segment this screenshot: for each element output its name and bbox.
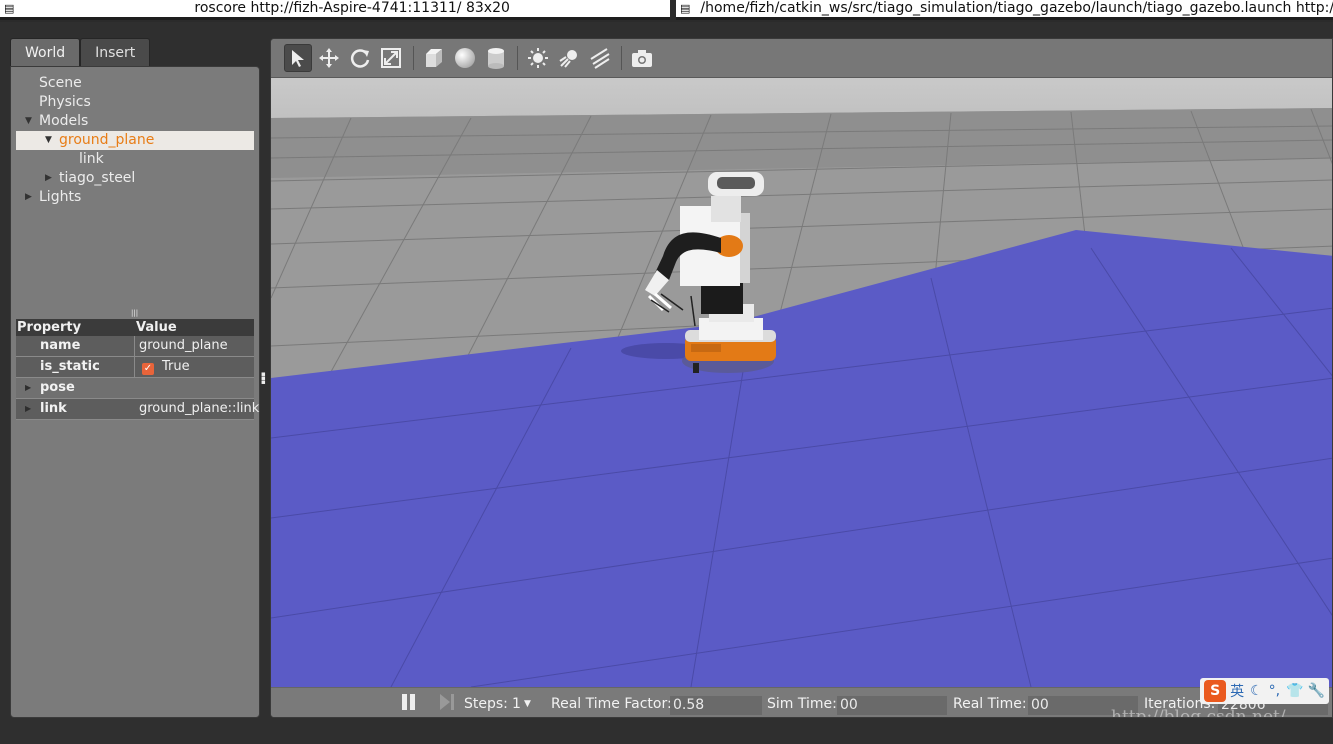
expand-right-icon[interactable]: ▶ — [25, 378, 31, 398]
rtf-label: Real Time Factor: — [551, 696, 672, 712]
terminal-title-text: roscore http://fizh-Aspire-4741:11311/ 8… — [194, 0, 510, 16]
terminal-icon: ▤ — [680, 2, 691, 15]
tree-item-link[interactable]: link — [16, 150, 254, 169]
sim-time-label: Sim Time: — [767, 696, 837, 712]
property-value[interactable]: ground_plane — [138, 336, 228, 356]
terminal-icon: ▤ — [4, 2, 15, 15]
property-key: link — [40, 401, 67, 416]
steps-spinner-icon[interactable]: ▼ — [524, 688, 531, 717]
box-icon[interactable] — [420, 44, 448, 72]
tab-world[interactable]: World — [10, 38, 81, 67]
sphere-icon[interactable] — [451, 44, 479, 72]
tree-item-label: link — [79, 151, 104, 167]
terminal-title-roscore[interactable]: ▤ roscore http://fizh-Aspire-4741:11311/ … — [0, 0, 670, 17]
panel-tabs: World Insert — [10, 38, 151, 67]
scene-window: Steps: 1 ▼ Real Time Factor: 0.58 Sim Ti… — [270, 38, 1333, 718]
column-divider — [134, 336, 135, 356]
tab-insert[interactable]: Insert — [80, 38, 151, 66]
tree-item-lights[interactable]: ▶ Lights — [16, 188, 254, 207]
scene-toolbar — [271, 39, 1332, 78]
terminal-titlebars: ▤ roscore http://fizh-Aspire-4741:11311/ … — [0, 0, 1333, 22]
column-divider — [134, 357, 135, 377]
terminal-divider — [676, 17, 1333, 20]
expand-right-icon[interactable]: ▶ — [25, 188, 32, 207]
shirt-icon[interactable]: 👕 — [1286, 683, 1303, 699]
world-tree-panel: Scene Physics ▼ Models ▼ ground_plane link… — [10, 66, 260, 718]
sim-time-value: 00 00:00:22.806 — [837, 696, 947, 717]
tree-item-label: tiago_steel — [59, 170, 136, 186]
toolbar-separator — [621, 46, 622, 70]
terminal-title-launch[interactable]: ▤ /home/fizh/catkin_ws/src/tiago_simulati… — [676, 0, 1333, 17]
expand-right-icon[interactable]: ▶ — [25, 399, 31, 419]
expand-down-icon[interactable]: ▼ — [45, 131, 52, 150]
ime-mode[interactable]: 英 — [1230, 681, 1244, 701]
camera-screenshot-icon[interactable] — [628, 44, 656, 72]
tree-item-label: Models — [39, 113, 89, 129]
watermark-text: http://blog.csdn.net/ — [1111, 707, 1286, 718]
tree-item-models[interactable]: ▼ Models — [16, 112, 254, 131]
terminal-title-text: /home/fizh/catkin_ws/src/tiago_simulatio… — [700, 0, 1333, 16]
world-tree: Scene Physics ▼ Models ▼ ground_plane link… — [16, 74, 254, 207]
step-forward-icon[interactable] — [439, 688, 455, 717]
property-row-name[interactable]: name ground_plane — [16, 336, 254, 357]
property-key: name — [40, 338, 81, 353]
property-value-checkbox[interactable]: ✓ True — [141, 357, 190, 377]
tree-item-scene[interactable]: Scene — [16, 74, 254, 93]
property-row-is-static[interactable]: is_static ✓ True — [16, 357, 254, 378]
3d-viewport[interactable] — [271, 78, 1333, 688]
tree-item-label: ground_plane — [59, 132, 155, 148]
tree-item-label: Physics — [39, 94, 91, 110]
pause-icon[interactable] — [401, 688, 417, 717]
cylinder-icon[interactable] — [482, 44, 510, 72]
tree-item-physics[interactable]: Physics — [16, 93, 254, 112]
wrench-icon[interactable]: 🔧 — [1308, 683, 1325, 699]
rotate-mode-icon[interactable] — [346, 44, 374, 72]
panel-resize-handle-icon[interactable]: ▪ ▪ ▪ — [261, 371, 266, 386]
expand-down-icon[interactable]: ▼ — [25, 112, 32, 131]
property-row-link[interactable]: ▶ link ground_plane::link — [16, 399, 259, 420]
tree-item-label: Lights — [39, 189, 82, 205]
splitter-handle-icon[interactable]: ||| — [131, 310, 141, 317]
property-table-header: Property Value — [16, 319, 254, 336]
toolbar-separator — [413, 46, 414, 70]
terminal-divider — [0, 17, 670, 20]
expand-right-icon[interactable]: ▶ — [45, 169, 52, 188]
tree-item-tiago-steel[interactable]: ▶ tiago_steel — [16, 169, 254, 188]
property-key: is_static — [40, 359, 100, 374]
point-light-icon[interactable] — [524, 44, 552, 72]
header-property: Property — [17, 320, 82, 335]
steps-value[interactable]: 1 — [512, 688, 521, 717]
property-table: Property Value name ground_plane is_stat… — [16, 319, 259, 420]
translate-mode-icon[interactable] — [315, 44, 343, 72]
scene-render[interactable] — [271, 78, 1333, 688]
steps-label: Steps: — [464, 696, 508, 712]
directional-light-icon[interactable] — [586, 44, 614, 72]
property-value: True — [162, 359, 190, 374]
sogou-logo-icon: S — [1204, 680, 1227, 702]
real-time-label: Real Time: — [953, 696, 1027, 712]
toolbar-separator — [517, 46, 518, 70]
scale-mode-icon[interactable] — [377, 44, 405, 72]
moon-icon[interactable]: ☾ — [1250, 683, 1263, 699]
property-value[interactable]: ground_plane::link — [138, 399, 259, 419]
rtf-value: 0.58 — [670, 696, 762, 715]
tree-item-ground-plane[interactable]: ▼ ground_plane — [16, 131, 254, 150]
property-row-pose[interactable]: ▶ pose — [16, 378, 254, 399]
tree-item-label: Scene — [39, 75, 82, 91]
spot-light-icon[interactable] — [555, 44, 583, 72]
property-key: pose — [40, 380, 75, 395]
header-value: Value — [136, 320, 177, 335]
punctuation-icon[interactable]: °, — [1269, 683, 1280, 699]
ime-toolbar[interactable]: S 英 ☾ °, 👕 🔧 — [1200, 678, 1329, 704]
world-panel: World Insert Scene Physics ▼ Models ▼ grou… — [10, 38, 260, 718]
select-mode-icon[interactable] — [284, 44, 312, 72]
checkbox-checked-icon[interactable]: ✓ — [142, 363, 154, 375]
status-bar: Steps: 1 ▼ Real Time Factor: 0.58 Sim Ti… — [271, 687, 1332, 718]
